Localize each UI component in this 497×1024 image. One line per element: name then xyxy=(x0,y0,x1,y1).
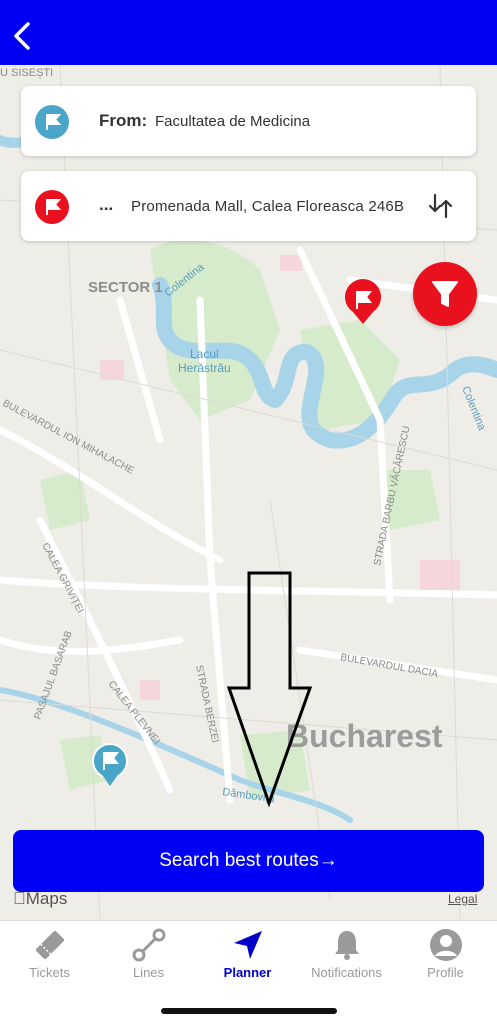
filter-icon xyxy=(432,281,458,307)
home-indicator[interactable] xyxy=(161,1008,337,1014)
tab-label: Planner xyxy=(223,965,272,980)
search-button-label: Search best routes xyxy=(159,850,319,871)
to-label: ... xyxy=(99,195,114,214)
chevron-left-icon[interactable] xyxy=(8,18,38,54)
profile-icon xyxy=(430,929,462,961)
arrow-right-icon: → xyxy=(318,850,338,871)
map-label-city: Bucharest xyxy=(286,718,443,754)
tab-label: Profile xyxy=(427,965,464,980)
map-label-berzei: STRADA BERZEI xyxy=(193,664,220,743)
legal-link[interactable]: Legal xyxy=(448,892,477,906)
from-location-card[interactable]: From: Facultatea de Medicina xyxy=(21,86,476,156)
map-label-sector: SECTOR 1 xyxy=(88,279,163,296)
tab-label: Notifications xyxy=(311,965,382,980)
tab-tickets[interactable]: Tickets xyxy=(0,921,99,991)
from-label: From: xyxy=(99,111,148,130)
tab-label: Tickets xyxy=(29,965,70,980)
tab-profile[interactable]: Profile xyxy=(396,921,495,991)
bell-icon xyxy=(335,931,359,960)
to-location-card[interactable]: ... Promenada Mall, Calea Floreasca 246B xyxy=(21,171,476,241)
map-label-grivitei: CALEA GRIVIȚEI xyxy=(39,541,85,615)
tab-label: Lines xyxy=(132,965,165,980)
tab-notifications[interactable]: Notifications xyxy=(297,921,396,991)
tab-lines[interactable]: Lines xyxy=(99,921,198,991)
map-label-dacia: BULEVARDUL DACIA xyxy=(339,652,439,680)
maps-text: Maps xyxy=(13,889,68,908)
to-value: Promenada Mall, Calea Floreasca 246B xyxy=(131,198,405,215)
filter-button[interactable] xyxy=(413,262,477,326)
navigation-arrow-icon xyxy=(234,931,262,959)
apple-maps-logo: Maps xyxy=(13,889,67,909)
top-bar xyxy=(0,0,497,65)
map-label-lake-line2: Herăstrău xyxy=(178,361,231,375)
tab-planner[interactable]: Planner xyxy=(198,921,297,991)
from-flag-icon xyxy=(35,105,69,139)
map-label-sisesti: U SISEȘTI xyxy=(0,67,53,79)
route-icon xyxy=(132,928,166,962)
map-label-colentina-right: Colentina xyxy=(459,385,488,433)
destination-pin-icon[interactable] xyxy=(345,279,381,324)
apple-icon:  xyxy=(13,889,26,908)
from-value: Facultatea de Medicina xyxy=(155,113,311,130)
search-best-routes-button[interactable]: Search best routes → xyxy=(13,830,484,892)
swap-icon[interactable] xyxy=(427,191,455,221)
ticket-icon xyxy=(35,930,65,960)
to-flag-icon xyxy=(35,190,69,224)
map-label-lake-line1: Lacul xyxy=(190,347,219,361)
